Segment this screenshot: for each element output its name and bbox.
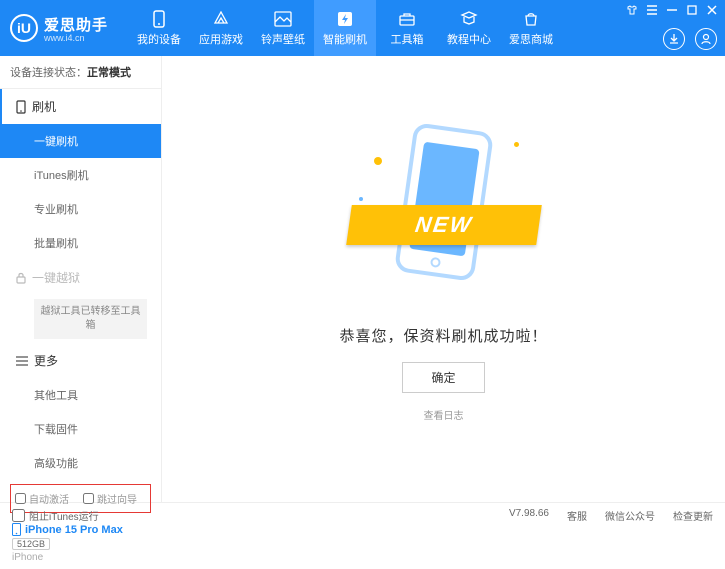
- maximize-icon[interactable]: [685, 3, 699, 17]
- status-label: 设备连接状态：: [10, 67, 87, 79]
- store-icon: [521, 10, 541, 28]
- status-value: 正常模式: [87, 67, 131, 79]
- version-label: V7.98.66: [509, 508, 549, 523]
- menu-icon[interactable]: [645, 3, 659, 17]
- logo: iU 爱思助手 www.i4.cn: [10, 14, 108, 43]
- menu-group-flash[interactable]: 刷机: [0, 89, 161, 124]
- tutorial-icon: [459, 10, 479, 28]
- nav-label: 教程中心: [447, 31, 491, 47]
- check-skip-guide[interactable]: 跳过向导: [83, 491, 137, 506]
- close-icon[interactable]: [705, 3, 719, 17]
- check-label: 自动激活: [29, 491, 69, 506]
- footer-link-wechat[interactable]: 微信公众号: [605, 508, 655, 523]
- download-icon[interactable]: [663, 28, 685, 50]
- skin-icon[interactable]: [625, 3, 639, 17]
- nav-flash[interactable]: 智能刷机: [314, 0, 376, 56]
- logo-icon: iU: [10, 14, 38, 42]
- sidebar-item-pro-flash[interactable]: 专业刷机: [0, 192, 161, 226]
- nav-label: 工具箱: [391, 31, 424, 47]
- connection-status: 设备连接状态：正常模式: [0, 56, 161, 88]
- flash-icon: [335, 10, 355, 28]
- device-storage-badge: 512GB: [12, 538, 50, 550]
- check-auto-activate[interactable]: 自动激活: [15, 491, 69, 506]
- nav-label: 应用游戏: [199, 31, 243, 47]
- nav-toolbox[interactable]: 工具箱: [376, 0, 438, 56]
- check-label: 跳过向导: [97, 491, 137, 506]
- app-header: iU 爱思助手 www.i4.cn 我的设备 应用游戏 铃声壁纸 智能刷机 工具…: [0, 0, 725, 56]
- toolbox-icon: [397, 10, 417, 28]
- group-label: 刷机: [32, 98, 56, 115]
- sidebar-item-oneclick-flash[interactable]: 一键刷机: [0, 124, 161, 158]
- user-icon[interactable]: [695, 28, 717, 50]
- ok-button[interactable]: 确定: [402, 362, 484, 393]
- sidebar-item-batch-flash[interactable]: 批量刷机: [0, 226, 161, 260]
- device-icon: [149, 10, 169, 28]
- more-icon: [16, 356, 28, 366]
- nav-my-device[interactable]: 我的设备: [128, 0, 190, 56]
- device-name: iPhone 15 Pro Max: [25, 524, 123, 536]
- view-log-link[interactable]: 查看日志: [424, 407, 464, 422]
- menu-group-jailbreak: 一键越狱: [0, 260, 161, 295]
- sidebar-item-download-firmware[interactable]: 下载固件: [0, 412, 161, 446]
- sidebar: 设备连接状态：正常模式 刷机 一键刷机 iTunes刷机 专业刷机 批量刷机 一…: [0, 56, 162, 502]
- checkbox[interactable]: [83, 493, 94, 504]
- window-controls: [625, 3, 719, 17]
- checkbox[interactable]: [15, 493, 26, 504]
- phone-icon: [16, 100, 26, 114]
- sidebar-item-other-tools[interactable]: 其他工具: [0, 378, 161, 412]
- main-nav: 我的设备 应用游戏 铃声壁纸 智能刷机 工具箱 教程中心 爱思商城: [128, 0, 562, 56]
- group-label: 一键越狱: [32, 269, 80, 286]
- footer-link-update[interactable]: 检查更新: [673, 508, 713, 523]
- success-message: 恭喜您，保资料刷机成功啦！: [339, 325, 547, 346]
- block-itunes-check[interactable]: 阻止iTunes运行: [12, 508, 99, 523]
- nav-label: 铃声壁纸: [261, 31, 305, 47]
- main-content: NEW 恭喜您，保资料刷机成功啦！ 确定 查看日志: [162, 56, 725, 502]
- device-phone-icon: [12, 523, 21, 536]
- nav-label: 我的设备: [137, 31, 181, 47]
- check-label: 阻止iTunes运行: [29, 508, 99, 523]
- checkbox[interactable]: [12, 509, 25, 522]
- sidebar-item-advanced[interactable]: 高级功能: [0, 446, 161, 480]
- app-subtitle: www.i4.cn: [44, 33, 108, 43]
- nav-store[interactable]: 爱思商城: [500, 0, 562, 56]
- nav-label: 爱思商城: [509, 31, 553, 47]
- device-type: iPhone: [12, 552, 149, 563]
- group-label: 更多: [34, 352, 58, 369]
- nav-ringtones[interactable]: 铃声壁纸: [252, 0, 314, 56]
- nav-apps[interactable]: 应用游戏: [190, 0, 252, 56]
- lock-icon: [16, 272, 26, 284]
- menu-group-more[interactable]: 更多: [0, 343, 161, 378]
- new-ribbon: NEW: [346, 205, 542, 245]
- success-illustration: NEW: [354, 127, 534, 297]
- device-info: iPhone 15 Pro Max 512GB iPhone: [0, 517, 161, 569]
- user-icons: [663, 28, 717, 50]
- nav-tutorials[interactable]: 教程中心: [438, 0, 500, 56]
- apps-icon: [211, 10, 231, 28]
- nav-label: 智能刷机: [323, 31, 367, 47]
- image-icon: [273, 10, 293, 28]
- footer-link-support[interactable]: 客服: [567, 508, 587, 523]
- minimize-icon[interactable]: [665, 3, 679, 17]
- jailbreak-note: 越狱工具已转移至工具箱: [34, 299, 147, 339]
- sidebar-item-itunes-flash[interactable]: iTunes刷机: [0, 158, 161, 192]
- app-title: 爱思助手: [44, 14, 108, 35]
